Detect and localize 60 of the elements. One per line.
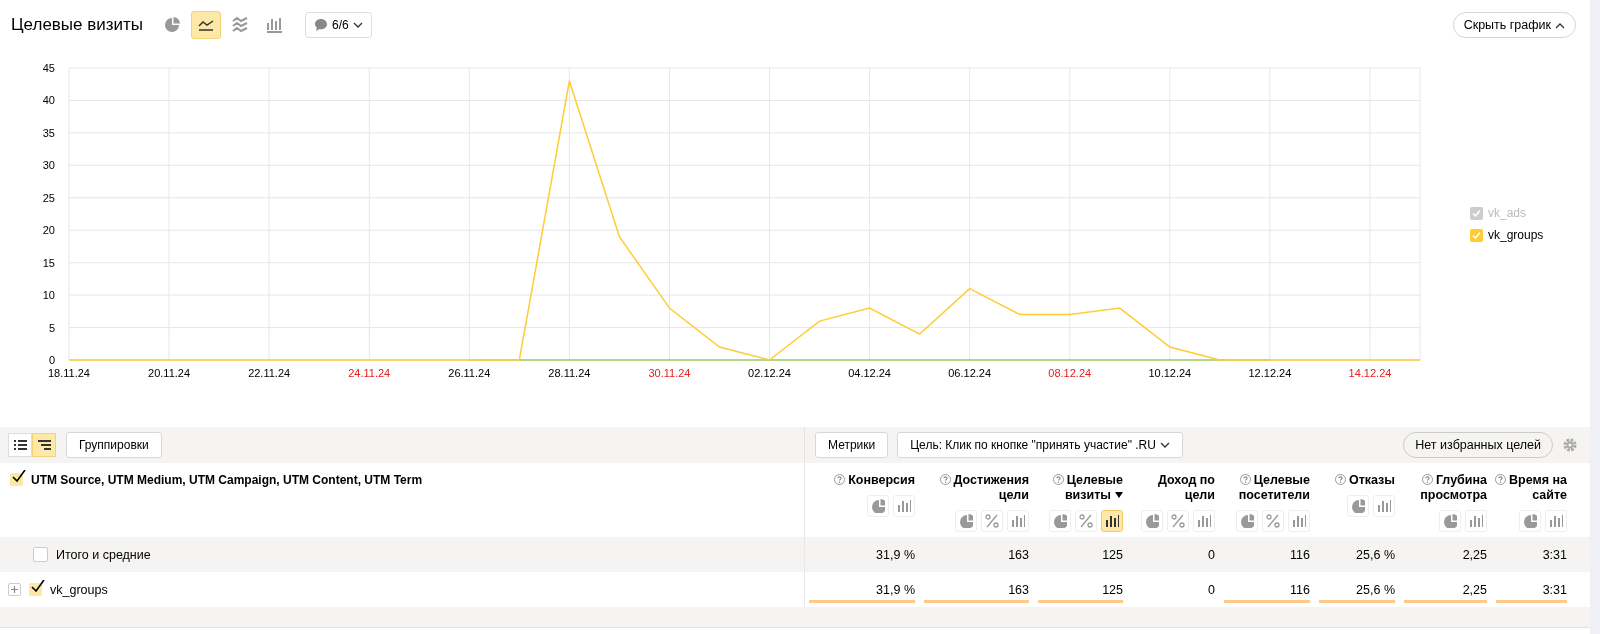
hide-chart-button[interactable]: Скрыть график <box>1452 12 1576 38</box>
column-heading[interactable]: Отказы <box>1334 473 1395 488</box>
metrics-button[interactable]: Метрики <box>815 432 889 458</box>
x-axis-label: 26.11.24 <box>448 367 491 379</box>
y-axis-label: 45 <box>42 62 55 74</box>
goal-dropdown[interactable]: Цель: Клик по кнопке "принять участие" .RU <box>897 432 1183 458</box>
x-axis-label: 10.12.24 <box>1148 367 1192 379</box>
y-axis-label: 20 <box>42 224 55 237</box>
x-axis-label: 22.11.24 <box>248 367 291 379</box>
table-cell: 25,6 % <box>1356 547 1395 562</box>
table-cell: 0 <box>1208 547 1215 562</box>
chart-title: Целевые визиты <box>11 15 144 35</box>
row-label: Итого и средние <box>56 547 151 562</box>
y-axis-label: 0 <box>48 354 55 366</box>
table-cell: 116 <box>1290 582 1310 597</box>
table-cell: 163 <box>1008 547 1029 562</box>
x-axis-label: 06.12.24 <box>948 367 992 379</box>
favorite-goals-button[interactable]: Нет избранных целей <box>1403 432 1553 458</box>
series-filter-dropdown[interactable]: 6/6 <box>305 12 372 38</box>
y-axis-label: 5 <box>48 321 55 334</box>
x-axis-label: 08.12.24 <box>1048 367 1092 379</box>
table-cell: 0 <box>1208 582 1215 597</box>
table-cell: 31,9 % <box>876 547 915 562</box>
x-axis-label: 24.11.24 <box>348 367 391 379</box>
column-heading[interactable]: Время на сайте <box>1492 473 1567 503</box>
y-axis-label: 35 <box>42 126 55 139</box>
column-header: UTM Source, UTM Medium, UTM Campaign, UTM Content, UTM Term <box>31 473 423 487</box>
y-axis-label: 10 <box>42 289 55 302</box>
x-axis-label: 28.11.24 <box>548 367 591 379</box>
legend-label: vk_ads <box>1488 206 1527 220</box>
column-heading[interactable]: Достижения цели <box>933 473 1029 503</box>
table-cell: 31,9 % <box>876 582 915 597</box>
column-heading[interactable]: Конверсия <box>834 473 915 488</box>
table-cell: 125 <box>1102 547 1123 562</box>
table-cell: 125 <box>1102 582 1123 597</box>
x-axis-label: 20.11.24 <box>148 367 191 379</box>
legend-label: vk_groups <box>1488 228 1544 242</box>
x-axis-label: 04.12.24 <box>848 367 891 379</box>
y-axis-label: 40 <box>42 94 55 107</box>
x-axis-label: 18.11.24 <box>48 367 90 379</box>
table-cell: 25,6 % <box>1356 582 1395 597</box>
groupings-button[interactable]: Группировки <box>66 432 162 458</box>
y-axis-label: 30 <box>42 159 55 172</box>
table-cell: 2,25 <box>1462 547 1487 562</box>
column-heading[interactable]: Целевые посетители <box>1220 473 1310 503</box>
x-axis-label: 12.12.24 <box>1248 367 1292 379</box>
column-heading[interactable]: Глубина просмотра <box>1400 473 1487 503</box>
row-label[interactable]: vk_groups <box>50 582 108 597</box>
column-heading[interactable]: Целевые визиты <box>1034 473 1123 503</box>
table-cell: 163 <box>1008 582 1029 597</box>
x-axis-label: 14.12.24 <box>1348 367 1392 379</box>
y-axis-label: 15 <box>42 256 55 269</box>
x-axis-label: 30.11.24 <box>648 367 691 379</box>
table-cell: 2,25 <box>1462 582 1487 597</box>
table-cell: 116 <box>1290 547 1310 562</box>
y-axis-label: 25 <box>42 191 55 204</box>
x-axis-label: 02.12.24 <box>748 367 791 379</box>
table-cell: 3:31 <box>1542 547 1567 562</box>
column-heading[interactable]: Доход по цели <box>1128 473 1215 503</box>
table-cell: 3:31 <box>1542 582 1567 597</box>
